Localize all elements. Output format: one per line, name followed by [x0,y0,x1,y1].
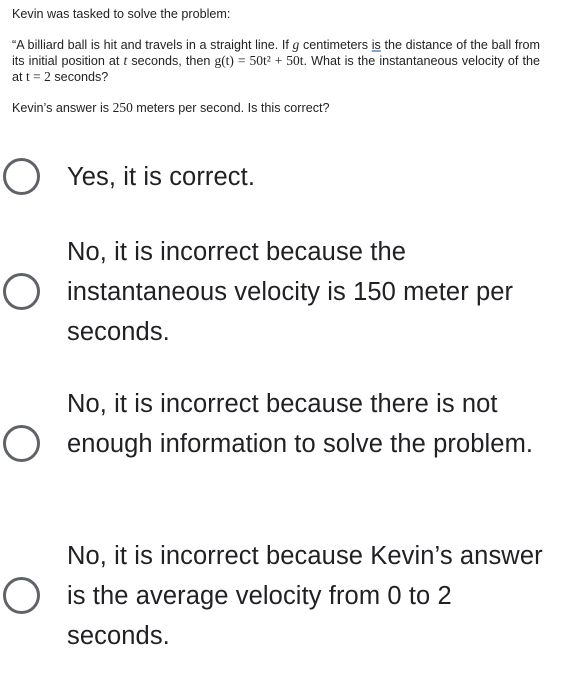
problem-text: seconds, then [127,54,215,68]
answer-option-4[interactable]: No, it is incorrect because Kevin’s answ… [0,536,574,656]
problem-text: centimeters [299,38,372,52]
option-label[interactable]: No, it is incorrect because Kevin’s answ… [67,536,557,656]
answer-option-1[interactable]: Yes, it is correct. [0,157,574,197]
option-label[interactable]: No, it is incorrect because the instanta… [67,232,557,352]
math-t-value: t = 2 [26,69,51,84]
claim-value: 250 [112,100,133,115]
radio-button-icon[interactable] [3,577,40,614]
answer-option-3[interactable]: No, it is incorrect because there is not… [0,384,574,504]
claim-text: Kevin’s answer is [12,101,113,115]
kevin-claim: Kevin’s answer is 250 meters per second.… [12,100,540,116]
math-equation: g(t) = 50t² + 50t [214,53,304,68]
radio-button-icon[interactable] [3,425,40,462]
radio-button-icon[interactable] [3,273,40,310]
option-label[interactable]: No, it is incorrect because there is not… [67,384,557,464]
problem-text: seconds? [50,70,109,84]
option-label[interactable]: Yes, it is correct. [67,157,557,197]
problem-text: “A billiard ball is hit and travels in a… [12,38,293,52]
grammar-flagged-word: is [371,38,381,52]
question-intro: Kevin was tasked to solve the problem: [12,7,231,21]
radio-button-icon[interactable] [3,158,40,195]
question-block: Kevin was tasked to solve the problem: “… [12,6,540,116]
claim-text: meters per second. Is this correct? [132,101,330,115]
answer-option-2[interactable]: No, it is incorrect because the instanta… [0,232,574,352]
problem-statement: “A billiard ball is hit and travels in a… [12,37,540,85]
